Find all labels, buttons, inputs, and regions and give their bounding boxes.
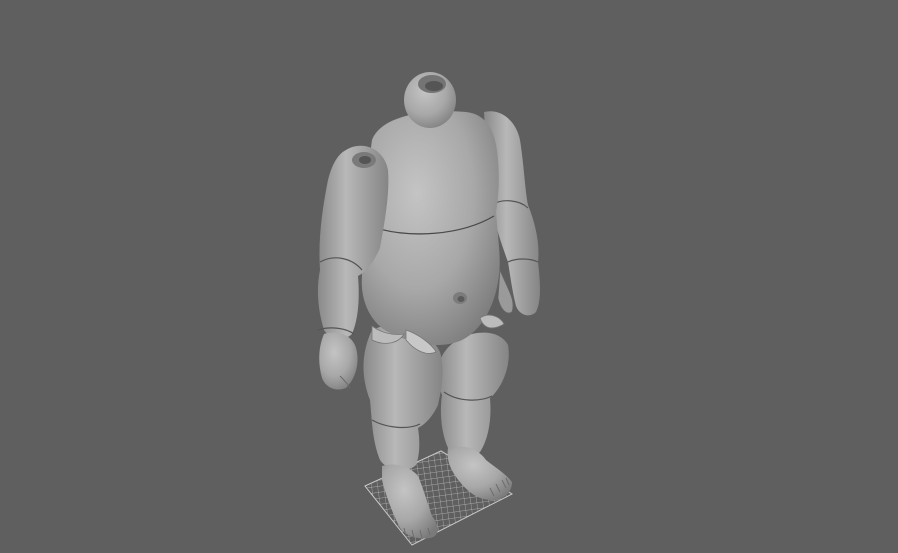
viewport-canvas[interactable]: [0, 0, 898, 553]
3d-viewport[interactable]: [0, 0, 898, 553]
neck-joint: [404, 72, 456, 128]
